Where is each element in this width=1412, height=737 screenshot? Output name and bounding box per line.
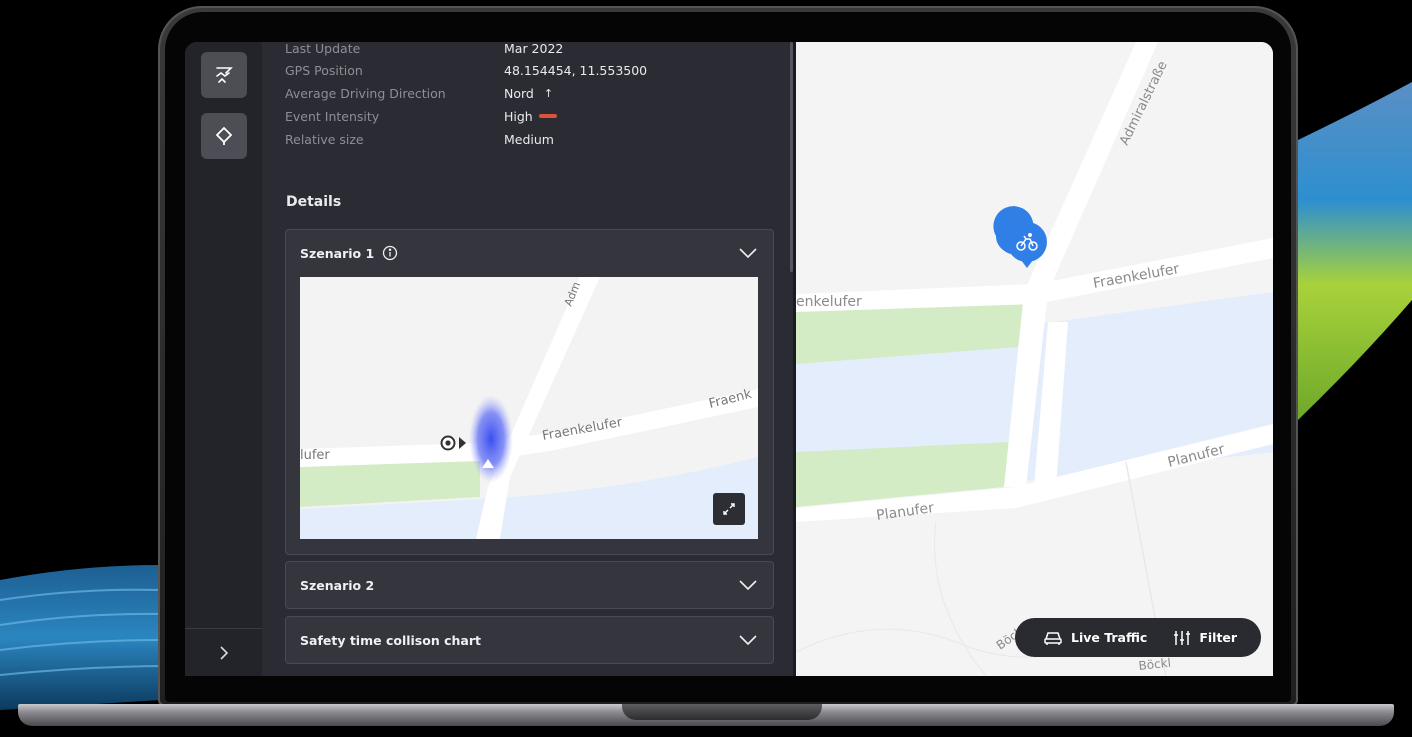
location-icon-button[interactable]	[201, 113, 247, 159]
safety-chart-header[interactable]: Safety time collison chart	[286, 617, 773, 663]
scenario-mini-map[interactable]: lufer Fraenkelufer Fraenk Adm	[300, 277, 758, 539]
expand-rail-button[interactable]	[185, 630, 262, 676]
info-row-gps: GPS Position 48.154454, 11.553500	[285, 60, 647, 80]
main-map[interactable]: Admiralstraße Fraenkelufer enkelufer Pla…	[796, 42, 1273, 676]
nav-rail	[185, 42, 262, 676]
live-traffic-button[interactable]: Live Traffic	[1043, 630, 1147, 646]
scenario-2-title: Szenario 2	[300, 577, 375, 593]
info-label: Relative size	[285, 131, 364, 147]
map-toolbar: Live Traffic Filter	[1015, 618, 1261, 657]
intensity-indicator	[538, 114, 557, 118]
info-icon[interactable]	[382, 245, 398, 261]
safety-chart-title: Safety time collison chart	[300, 632, 481, 648]
chevron-down-icon[interactable]	[737, 629, 759, 651]
details-panel: Last Update Mar 2022 GPS Position 48.154…	[262, 42, 793, 676]
details-title: Details	[286, 194, 342, 210]
route-icon-button[interactable]	[201, 52, 247, 98]
info-label: Event Intensity	[285, 108, 380, 124]
scenario-1-header[interactable]: Szenario 1	[286, 230, 773, 276]
main-map-graphic: Admiralstraße Fraenkelufer enkelufer Pla…	[796, 42, 1273, 676]
route-icon	[216, 67, 233, 83]
sliders-icon	[1174, 630, 1191, 645]
app-screen: Last Update Mar 2022 GPS Position 48.154…	[185, 42, 1273, 676]
laptop-notch	[622, 704, 822, 720]
safety-chart-card[interactable]: Safety time collison chart	[285, 616, 774, 664]
info-label: GPS Position	[285, 62, 363, 78]
live-traffic-label: Live Traffic	[1071, 630, 1148, 645]
scenario-1-title: Szenario 1	[300, 245, 375, 261]
scenario-1-card: Szenario 1 lufer Fraenkelufer Fraenk Adm	[285, 229, 774, 555]
scenario-2-card[interactable]: Szenario 2	[285, 561, 774, 609]
diamond-location-icon	[215, 126, 233, 145]
fullscreen-button[interactable]	[713, 493, 745, 525]
info-value: Medium	[504, 131, 554, 147]
rail-divider	[185, 628, 262, 629]
info-value: Nord	[504, 85, 534, 101]
info-value: Mar 2022	[504, 42, 564, 56]
info-row-intensity: Event Intensity High	[285, 106, 557, 126]
mini-map-graphic: lufer Fraenkelufer Fraenk Adm	[300, 277, 758, 539]
chevron-right-icon	[219, 646, 228, 660]
expand-icon	[723, 503, 735, 515]
info-value: High	[504, 108, 533, 124]
info-label: Last Update	[285, 42, 361, 56]
scenario-2-header[interactable]: Szenario 2	[286, 562, 773, 608]
filter-label: Filter	[1199, 630, 1238, 645]
chevron-down-icon[interactable]	[737, 242, 759, 264]
info-value: 48.154454, 11.553500	[504, 62, 648, 78]
info-row-last-update: Last Update Mar 2022	[285, 42, 563, 58]
car-icon	[1044, 631, 1062, 645]
info-label: Average Driving Direction	[285, 85, 446, 101]
chevron-down-icon[interactable]	[737, 574, 759, 596]
mini-map-label-left: lufer	[300, 448, 330, 463]
arrow-up-icon: ↑	[543, 86, 554, 100]
info-row-size: Relative size Medium	[285, 129, 554, 149]
info-row-direction: Average Driving Direction Nord ↑	[285, 83, 553, 103]
street-label-fraenkel-left: enkelufer	[796, 294, 862, 310]
filter-button[interactable]: Filter	[1173, 629, 1237, 647]
